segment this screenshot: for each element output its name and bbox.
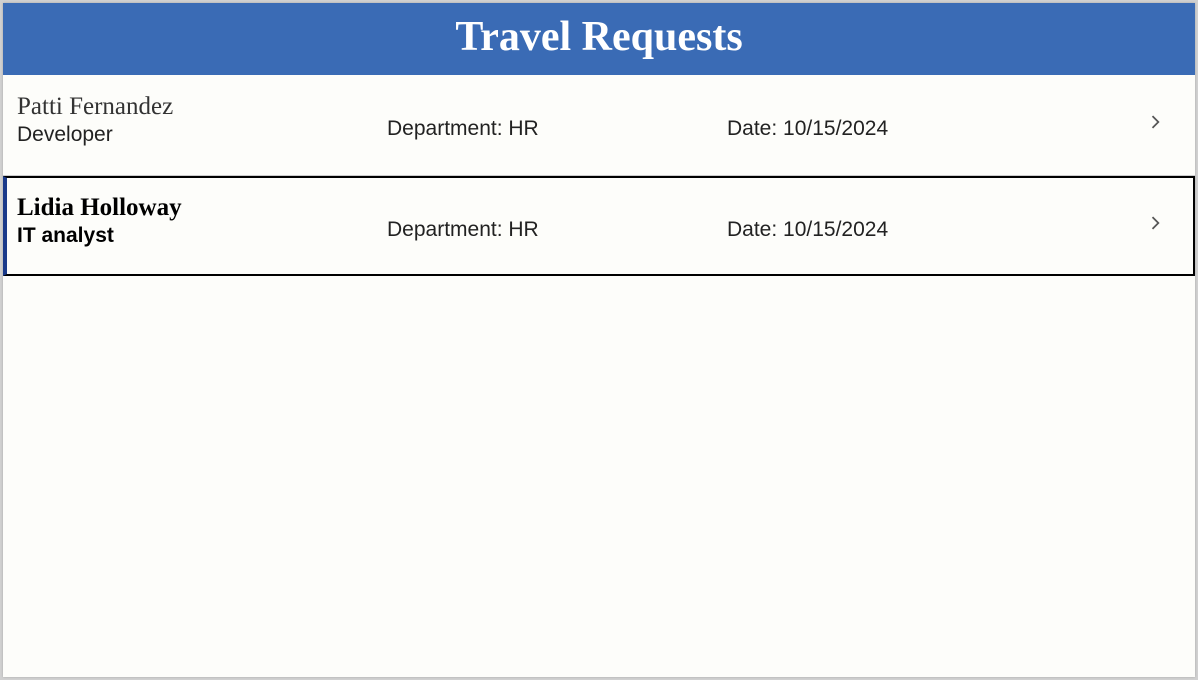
app-container: Travel Requests Patti Fernandez Develope… [3, 3, 1195, 677]
date-column: Date: 10/15/2024 [727, 99, 1131, 141]
date-column: Date: 10/15/2024 [727, 200, 1131, 242]
department-label: Department: [387, 117, 508, 140]
department-column: Department: HR [387, 99, 727, 141]
date-value: 10/15/2024 [783, 117, 888, 140]
chevron-column [1131, 208, 1181, 235]
requester-name: Patti Fernandez [17, 93, 377, 121]
requester-role: Developer [17, 123, 377, 147]
chevron-right-icon [1149, 216, 1163, 235]
date-label: Date: [727, 117, 783, 140]
chevron-column [1131, 107, 1181, 134]
name-column: Lidia Holloway IT analyst [17, 194, 387, 248]
requests-list: Patti Fernandez Developer Department: HR… [3, 75, 1195, 677]
date-value: 10/15/2024 [783, 218, 888, 241]
name-column: Patti Fernandez Developer [17, 93, 387, 147]
requester-name: Lidia Holloway [17, 194, 377, 222]
department-value: HR [508, 117, 538, 140]
page-title: Travel Requests [3, 3, 1195, 75]
requester-role: IT analyst [17, 224, 377, 248]
department-value: HR [508, 218, 538, 241]
department-label: Department: [387, 218, 508, 241]
department-column: Department: HR [387, 200, 727, 242]
date-label: Date: [727, 218, 783, 241]
request-row[interactable]: Lidia Holloway IT analyst Department: HR… [3, 176, 1195, 276]
chevron-right-icon [1149, 115, 1163, 134]
request-row[interactable]: Patti Fernandez Developer Department: HR… [3, 75, 1195, 176]
